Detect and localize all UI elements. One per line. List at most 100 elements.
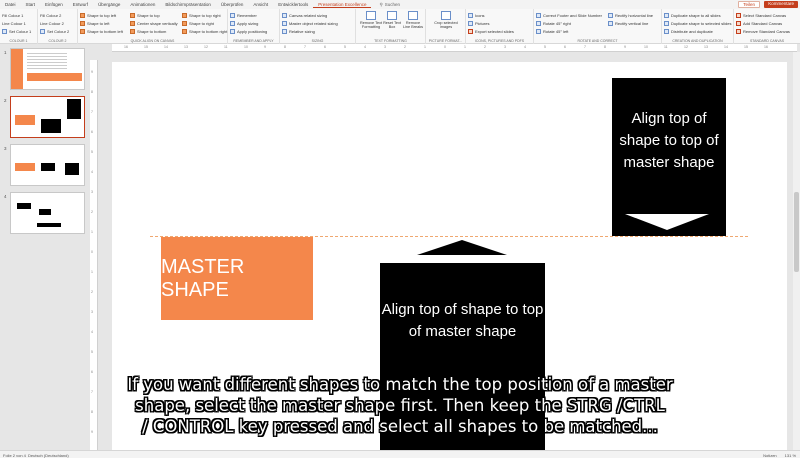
fill-colour-2-button[interactable]: Fill Colour 2 bbox=[38, 11, 77, 19]
shape-to-bottom-button[interactable]: Shape to bottom bbox=[128, 27, 178, 35]
align-bottom-icon bbox=[130, 28, 135, 34]
tab-entwurf[interactable]: Entwurf bbox=[68, 2, 93, 7]
crop-icon bbox=[441, 11, 451, 20]
relative-sizing-button[interactable]: Relative sizing bbox=[280, 27, 355, 35]
duplicate-all-slides-button[interactable]: Duplicate shape to all slides bbox=[662, 11, 733, 19]
shape-to-bottom-left-button[interactable]: Shape to bottom left bbox=[78, 27, 126, 35]
group-standard-canvas: Select Standard Canvas Add Standard Canv… bbox=[734, 9, 800, 44]
add-standard-canvas-button[interactable]: Add Standard Canvas bbox=[734, 19, 800, 27]
align-shape-top[interactable]: Align top of shape to top of master shap… bbox=[612, 78, 726, 236]
tab-presentation-excellence[interactable]: Presentation Excellence bbox=[313, 2, 372, 8]
distribute-duplicate-button[interactable]: Distribute and duplicate bbox=[662, 27, 733, 35]
line-colour-2-button[interactable]: Line Colour 2 bbox=[38, 19, 77, 27]
fill-colour-1-button[interactable]: Fill Colour 1 bbox=[0, 11, 37, 19]
group-rotate-correct: Correct Footer and Slide Number Rotate 4… bbox=[534, 9, 662, 44]
tab-ansicht[interactable]: Ansicht bbox=[248, 2, 273, 7]
footer-icon bbox=[536, 12, 541, 18]
tab-uebergaenge[interactable]: Übergänge bbox=[93, 2, 125, 7]
master-shape[interactable]: MASTER SHAPE bbox=[161, 237, 313, 320]
line-colour-1-button[interactable]: Line Colour 1 bbox=[0, 19, 37, 27]
group-label: ROTATE AND CORRECT bbox=[577, 39, 618, 43]
group-label: REMEMBER AND APPLY bbox=[233, 39, 274, 43]
rectify-vertical-button[interactable]: Rectify vertical line bbox=[606, 19, 662, 27]
search-label: Suchen bbox=[384, 2, 401, 7]
slide-number: 3 bbox=[4, 146, 7, 151]
apply-positioning-button[interactable]: Apply positioning bbox=[228, 27, 279, 35]
tab-datei[interactable]: Datei bbox=[0, 2, 21, 7]
rotate-left-icon bbox=[536, 28, 541, 34]
comments-button[interactable]: Kommentare bbox=[764, 1, 798, 8]
icons-button[interactable]: Icons bbox=[466, 11, 533, 19]
tab-ueberpruefen[interactable]: Überprüfen bbox=[216, 2, 249, 7]
group-picture-format: Crop selected images PICTURE FORMAT... bbox=[426, 9, 466, 44]
rotate-left-button[interactable]: Rotate 45° left bbox=[534, 27, 604, 35]
master-object-sizing-button[interactable]: Master object related sizing bbox=[280, 19, 355, 27]
ruler-tick: 4 bbox=[91, 330, 93, 334]
ruler-tick: 12 bbox=[204, 45, 208, 49]
slide-thumbnail-4[interactable] bbox=[10, 192, 85, 234]
search-box[interactable]: ⚲ Suchen bbox=[379, 2, 400, 8]
thumb-orange-banner bbox=[27, 73, 82, 81]
relative-icon bbox=[282, 28, 287, 34]
thumb-black-box bbox=[39, 209, 51, 215]
ruler-tick: 6 bbox=[564, 45, 566, 49]
scrollbar-thumb[interactable] bbox=[794, 192, 799, 272]
remove-text-formatting-button[interactable]: Remove Text Formatting bbox=[359, 11, 383, 29]
export-selected-slides-button[interactable]: Export selected slides bbox=[466, 27, 533, 35]
slide-thumbnail-3[interactable] bbox=[10, 144, 85, 186]
shape-to-top-button[interactable]: Shape to top bbox=[128, 11, 178, 19]
group-quick-align: Shape to top left Shape to left Shape to… bbox=[78, 9, 228, 44]
shape-to-top-left-button[interactable]: Shape to top left bbox=[78, 11, 126, 19]
rotate-right-button[interactable]: Rotate 45° right bbox=[534, 19, 604, 27]
ruler-tick: 3 bbox=[91, 310, 93, 314]
pictures-button[interactable]: Pictures bbox=[466, 19, 533, 27]
ruler-tick: 2 bbox=[404, 45, 406, 49]
align-bottom-left-icon bbox=[80, 28, 85, 34]
slide-thumbnail-2[interactable] bbox=[10, 96, 85, 138]
tab-bildschirmpraesentation[interactable]: Bildschirmpräsentation bbox=[160, 2, 216, 7]
thumb-master-shape bbox=[15, 115, 35, 125]
search-icon: ⚲ bbox=[379, 1, 383, 7]
duplicate-selected-slides-button[interactable]: Duplicate shape to selected slides bbox=[662, 19, 733, 27]
remember-icon bbox=[230, 12, 235, 18]
arrow-up-shape[interactable] bbox=[417, 240, 507, 255]
shape-to-right-button[interactable]: Shape to right bbox=[180, 19, 228, 27]
line-break-icon bbox=[408, 11, 418, 20]
remember-button[interactable]: Remember bbox=[228, 11, 279, 19]
remove-line-breaks-button[interactable]: Remove Line Breaks bbox=[402, 11, 424, 29]
ruler-tick: 11 bbox=[224, 45, 228, 49]
group-label: COLOUR 1 bbox=[9, 39, 28, 43]
reset-text-box-button[interactable]: Reset Text Box bbox=[383, 11, 401, 29]
shape-to-left-button[interactable]: Shape to left bbox=[78, 19, 126, 27]
group-label: CREATION AND DUPLICATION bbox=[672, 39, 723, 43]
tab-start[interactable]: Start bbox=[21, 2, 41, 7]
remove-standard-canvas-button[interactable]: Remove Standard Canvas bbox=[734, 27, 800, 35]
share-button[interactable]: Teilen bbox=[738, 1, 760, 8]
select-standard-canvas-button[interactable]: Select Standard Canvas bbox=[734, 11, 800, 19]
tab-einfuegen[interactable]: Einfügen bbox=[40, 2, 68, 7]
group-colour-1: Fill Colour 1 Line Colour 1 Set Colour 1… bbox=[0, 9, 38, 44]
set-colour-1-button[interactable]: Set Colour 1 bbox=[0, 27, 37, 35]
crop-selected-images-button[interactable]: Crop selected images bbox=[429, 11, 463, 29]
slide-thumbnail-1[interactable] bbox=[10, 48, 85, 90]
group-creation-duplication: Duplicate shape to all slides Duplicate … bbox=[662, 9, 734, 44]
shape-to-top-right-button[interactable]: Shape to top right bbox=[180, 11, 228, 19]
shape-to-bottom-right-button[interactable]: Shape to bottom right bbox=[180, 27, 228, 35]
tab-entwicklertools[interactable]: Entwicklertools bbox=[273, 2, 313, 7]
center-shape-vertically-button[interactable]: Center shape vertically bbox=[128, 19, 178, 27]
align-left-icon bbox=[80, 20, 85, 26]
canvas-related-sizing-button[interactable]: Canvas related sizing bbox=[280, 11, 355, 19]
zoom-level[interactable]: 131 % bbox=[785, 453, 796, 458]
apply-sizing-button[interactable]: Apply sizing bbox=[228, 19, 279, 27]
text-format-icon bbox=[366, 11, 376, 20]
group-label: STANDARD CANVAS bbox=[749, 39, 785, 43]
notes-button[interactable]: Notizen bbox=[763, 453, 777, 458]
thumb-black-box bbox=[41, 119, 61, 133]
set-colour-2-button[interactable]: Set Colour 2 bbox=[38, 27, 77, 35]
correct-footer-button[interactable]: Correct Footer and Slide Number bbox=[534, 11, 604, 19]
align-right-icon bbox=[182, 20, 187, 26]
rectify-horizontal-button[interactable]: Rectify horizontal line bbox=[606, 11, 662, 19]
language-indicator[interactable]: Deutsch (Deutschland) bbox=[28, 453, 69, 458]
tab-animationen[interactable]: Animationen bbox=[125, 2, 160, 7]
group-icons-pictures: Icons Pictures Export selected slides IC… bbox=[466, 9, 534, 44]
